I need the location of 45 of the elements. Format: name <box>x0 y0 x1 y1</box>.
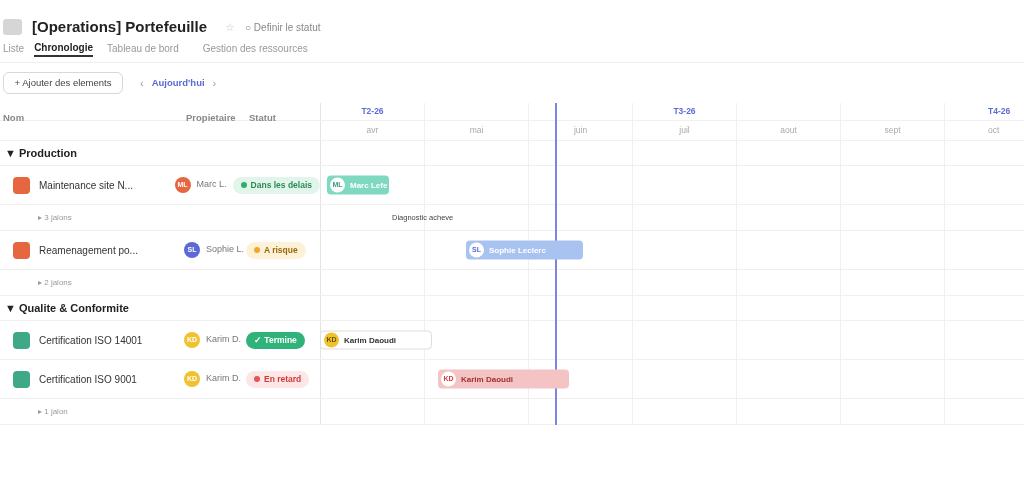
page-title: [Operations] Portefeuille <box>32 18 208 36</box>
column-header: Propietaire <box>186 111 236 125</box>
add-items-button[interactable]: + Ajouter des elements <box>3 72 123 94</box>
task-name[interactable]: Certification ISO 9001 <box>39 371 184 387</box>
month-label: aout <box>780 124 797 137</box>
status-badge: A risque <box>246 241 306 259</box>
previous-button[interactable]: ‹ <box>140 74 144 92</box>
bar-label: Sophie Leclerc <box>489 244 546 256</box>
owner-name: Karim D. <box>206 372 241 386</box>
month-label: avr <box>366 124 379 137</box>
milestones-toggle[interactable]: ▸ 2 jalons <box>38 276 72 289</box>
quarter-label: T2-26 <box>361 105 384 118</box>
tab[interactable]: Gestion des ressources <box>202 40 320 57</box>
column-header: Statut <box>249 111 276 125</box>
month-label: oct <box>988 124 1000 137</box>
owner-name: Marc L. <box>196 178 227 192</box>
bar-label: Karim Daoudi <box>461 373 513 385</box>
month-label: sept <box>884 124 901 137</box>
bar-label: Karim Daoudi <box>344 334 396 346</box>
tab[interactable]: Liste <box>3 40 35 57</box>
task-name[interactable]: Reamenagement po... <box>39 242 184 258</box>
milestones-toggle[interactable]: ▸ 3 jalons <box>38 211 72 224</box>
quarter-label: T4-26 <box>988 105 1011 118</box>
owner-name: Karim D. <box>206 333 241 347</box>
status-badge: Dans les delais <box>232 176 320 194</box>
quarter-label: T3-26 <box>673 105 696 118</box>
column-header: Nom <box>3 111 25 125</box>
status-badge: ✓ Termine <box>246 331 305 349</box>
month-label: mai <box>469 124 484 137</box>
task-name[interactable]: Maintenance site N... <box>39 177 175 193</box>
milestones-toggle[interactable]: ▸ 1 jalon <box>38 405 68 418</box>
group-header[interactable]: ▼ Production <box>0 144 77 162</box>
bar-label: Marc Lefe <box>350 179 388 191</box>
task-name[interactable]: Certification ISO 14001 <box>39 332 184 348</box>
tab[interactable]: Chronologie <box>34 40 93 57</box>
today-button[interactable]: Aujourd'hui <box>151 75 205 91</box>
set-status-link[interactable]: ○ Definir le statut <box>245 19 321 35</box>
owner-name: Sophie L. <box>206 243 245 257</box>
next-button[interactable]: › <box>212 74 217 92</box>
group-header[interactable]: ▼ Qualite & Conformite <box>0 299 129 317</box>
tab[interactable]: Tableau de bord <box>107 40 191 57</box>
month-label: juin <box>573 124 588 137</box>
month-label: juil <box>679 124 690 137</box>
app-icon <box>3 19 22 35</box>
status-badge: En retard <box>246 370 310 388</box>
